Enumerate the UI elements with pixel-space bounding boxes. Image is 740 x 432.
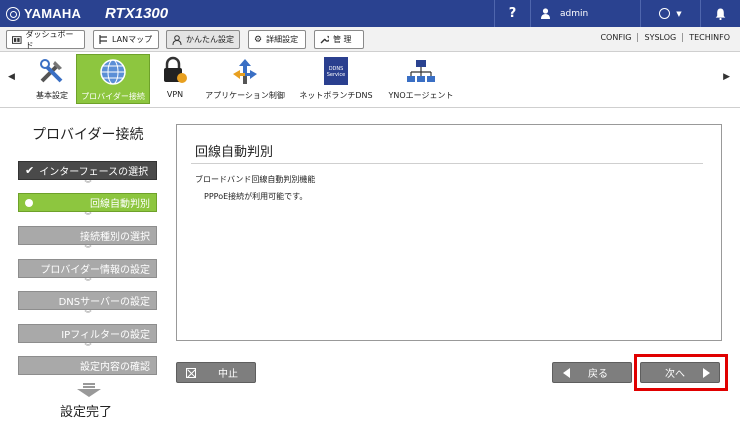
- arrow-down-icon: [77, 383, 101, 397]
- cancel-label: 中止: [218, 369, 238, 380]
- chevron-down-icon: ︾: [84, 343, 92, 351]
- user-name: admin: [560, 8, 589, 19]
- wizard-step-confirm: 設定内容の確認: [18, 356, 157, 375]
- step-label: IPフィルターの設定: [61, 330, 150, 341]
- func-label: VPN: [166, 90, 184, 99]
- chevron-down-icon: ︾: [84, 245, 92, 253]
- triangle-right-icon: [703, 367, 710, 378]
- wizard-step-connection-type: 接続種別の選択: [18, 226, 157, 245]
- divider: [191, 163, 703, 164]
- step-label: プロバイダー情報の設定: [40, 265, 150, 276]
- globe-icon: [100, 59, 126, 85]
- status-circle-icon: [659, 8, 671, 19]
- ddns-icon: DDNS Service: [324, 57, 348, 85]
- func-label: 基本設定: [36, 91, 68, 100]
- nav-bar: ダッシュボード LANマップ かんたん設定 ⚙ 詳細設定 管 理 CONFIG …: [0, 27, 740, 52]
- func-label: YNOエージェント: [388, 91, 454, 100]
- ddns-badge-label: DDNS Service: [326, 66, 346, 78]
- wizard-step-interface: ✔ インターフェースの選択: [18, 161, 157, 180]
- user-menu[interactable]: admin: [530, 0, 640, 27]
- back-label: 戻る: [588, 369, 608, 380]
- link-syslog[interactable]: SYSLOG: [637, 33, 682, 42]
- step-label: DNSサーバーの設定: [58, 297, 150, 308]
- wizard-final-label: 設定完了: [60, 405, 113, 420]
- step-label: 設定内容の確認: [80, 362, 150, 373]
- func-application-control[interactable]: アプリケーション制御: [200, 54, 290, 104]
- wizard-step-ip-filter: IPフィルターの設定: [18, 324, 157, 343]
- tab-label: かんたん設定: [186, 35, 234, 44]
- help-button[interactable]: ?: [494, 0, 530, 27]
- scroll-right-icon[interactable]: ▶: [723, 72, 730, 82]
- panel-message: PPPoE接続が利用可能です。: [204, 192, 308, 201]
- current-step-dot-icon: [25, 198, 33, 207]
- wizard-step-provider-info: プロバイダー情報の設定: [18, 259, 157, 278]
- chevron-down-icon: ︾: [84, 180, 92, 188]
- user-icon: [541, 8, 550, 19]
- gear-icon: ⚙: [254, 34, 263, 45]
- func-provider-connection[interactable]: プロバイダー接続: [76, 54, 150, 104]
- step-label: 回線自動判別: [90, 199, 150, 210]
- back-button[interactable]: 戻る: [552, 362, 632, 383]
- wrench-icon: [320, 35, 329, 44]
- tab-label: 管 理: [333, 35, 352, 44]
- yamaha-logo-icon: [6, 6, 20, 21]
- panel-subtitle: ブロードバンド回線自動判別機能: [195, 175, 316, 184]
- func-basic-settings[interactable]: 基本設定: [30, 54, 74, 104]
- lock-icon: [164, 56, 187, 83]
- app-control-icon: [233, 59, 257, 84]
- brand-name: YAMAHA: [24, 6, 82, 21]
- triangle-left-icon: [563, 367, 570, 378]
- help-label: ?: [508, 6, 517, 21]
- brand-logo: YAMAHA: [6, 6, 81, 21]
- lanmap-icon: [99, 35, 107, 44]
- link-config[interactable]: CONFIG: [594, 33, 637, 42]
- tab-lanmap[interactable]: LANマップ: [93, 30, 159, 49]
- scroll-left-icon[interactable]: ◀: [8, 72, 15, 82]
- tab-label: ダッシュボード: [25, 29, 74, 50]
- next-label: 次へ: [665, 369, 685, 380]
- tools-icon: [40, 59, 63, 83]
- top-right-controls: ? admin ▼: [494, 0, 740, 27]
- wizard-step-dns: DNSサーバーの設定: [18, 291, 157, 310]
- status-menu[interactable]: ▼: [640, 0, 700, 27]
- next-button[interactable]: 次へ: [640, 362, 720, 383]
- tab-management[interactable]: 管 理: [314, 30, 364, 49]
- chevron-down-icon: ︾: [84, 278, 92, 286]
- bell-icon: [715, 8, 726, 20]
- tab-advanced[interactable]: ⚙ 詳細設定: [248, 30, 306, 49]
- chevron-down-icon: ︾: [84, 212, 92, 220]
- panel-title: 回線自動判別: [195, 145, 274, 160]
- nav-links: CONFIG SYSLOG TECHINFO: [594, 33, 736, 42]
- step-label: インターフェースの選択: [39, 167, 149, 178]
- func-netvolante-dns[interactable]: DDNS Service ネットボランチDNS: [296, 54, 376, 104]
- wizard-step-line-detection: 回線自動判別: [18, 193, 157, 212]
- chevron-down-icon: ▼: [676, 9, 682, 18]
- wizard-title: プロバイダー接続: [32, 127, 144, 143]
- close-box-icon: [186, 367, 196, 378]
- tab-label: 詳細設定: [266, 35, 299, 44]
- notification-button[interactable]: [700, 0, 740, 27]
- func-label: ネットボランチDNS: [299, 91, 373, 100]
- link-techinfo[interactable]: TECHINFO: [682, 33, 736, 42]
- func-vpn[interactable]: VPN: [158, 54, 192, 104]
- tab-easy-setup[interactable]: かんたん設定: [166, 30, 240, 49]
- step-label: 接続種別の選択: [80, 232, 150, 243]
- check-icon: ✔: [25, 164, 35, 177]
- tab-dashboard[interactable]: ダッシュボード: [6, 29, 85, 50]
- func-label: プロバイダー接続: [81, 92, 145, 101]
- model-name: RTX1300: [105, 5, 169, 22]
- chevron-down-icon: ︾: [84, 310, 92, 318]
- func-label: アプリケーション制御: [205, 91, 285, 100]
- dashboard-icon: [12, 35, 22, 44]
- tab-label: LANマップ: [112, 35, 153, 44]
- top-bar: YAMAHA RTX1300 ? admin ▼: [0, 0, 740, 27]
- wizard-icon: [172, 34, 182, 45]
- content-panel: 回線自動判別 ブロードバンド回線自動判別機能 PPPoE接続が利用可能です。: [176, 124, 722, 341]
- func-yno-agent[interactable]: YNOエージェント: [384, 54, 458, 104]
- network-icon: [407, 60, 435, 82]
- function-bar: ◀ 基本設定 プロバイダー接続 VPN アプリケーション制御 DDNS Serv…: [0, 52, 740, 108]
- cancel-button[interactable]: 中止: [176, 362, 256, 383]
